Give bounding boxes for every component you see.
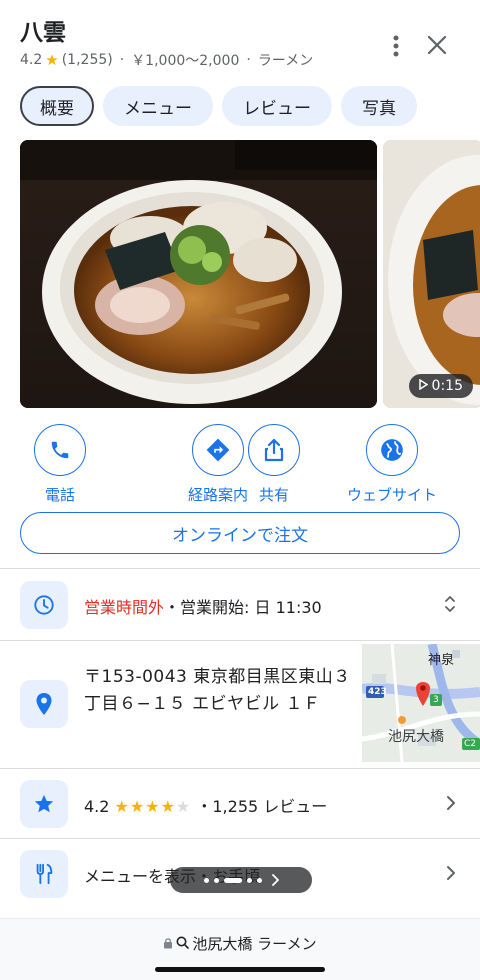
scroll-dot [203,877,209,883]
separator-dot: · [119,52,125,68]
rating-dot: ・ [196,797,213,816]
address-bar[interactable]: 池尻大橋 ラーメン [0,933,480,954]
phone-icon[interactable] [34,424,86,476]
map-thumbnail[interactable]: 神泉 423 3 池尻大橋 C2 [362,644,480,762]
more-options-icon[interactable] [382,32,410,60]
rating-summary: 4.2 ★★★★★ ・1,255 レビュー [84,793,327,817]
browser-bar: 池尻大橋 ラーメン [0,918,480,980]
tab-reviews[interactable]: レビュー [222,86,332,126]
directions-label: 経路案内 [187,486,248,504]
rating-value: 4.2 [84,797,110,816]
rating-value: 4.2 [20,52,43,68]
clock-icon [20,581,68,629]
chevron-right-icon [271,874,279,886]
directions-icon[interactable] [192,424,244,476]
review-count[interactable]: (1,255) [62,52,113,68]
divider [0,838,480,839]
ramen-photo[interactable] [20,140,377,408]
map-route-badge: 423 [368,687,387,697]
video-duration-badge: 0:15 [408,374,473,398]
tab-bar: 概要 メニュー レビュー 写真 [20,86,417,126]
scroll-dot-active [223,877,242,883]
expand-icon[interactable] [444,594,456,618]
hours-separator: ・ [164,598,181,617]
price-range: ￥1,000〜2,000 [131,53,240,69]
directions-action[interactable]: 経路案内 [100,424,336,505]
divider [0,768,480,769]
chevron-right-icon[interactable] [446,865,456,885]
location-pin-icon [20,680,68,728]
tab-overview[interactable]: 概要 [20,86,94,126]
rating-stars: ★★★★★ [114,797,192,816]
divider [0,568,480,569]
separator-dot: · [246,52,251,68]
rating-row[interactable]: 4.2 ★★★★★ ・1,255 レビュー [0,780,480,828]
hours-text: 営業時間外・営業開始: 日 11:30 [84,594,322,618]
review-total: 1,255 レビュー [212,797,328,816]
map-route2-badge: C2 [464,739,477,749]
home-indicator[interactable] [155,967,325,972]
hours-row[interactable]: 営業時間外・営業開始: 日 11:30 [0,580,480,630]
scroll-dot [246,877,252,883]
call-label: 電話 [44,486,75,504]
call-action[interactable]: 電話 [20,424,100,505]
hours-next-open: 営業開始: 日 11:30 [180,598,322,617]
category[interactable]: ラーメン [258,50,313,70]
order-online-button[interactable]: オンラインで注文 [20,512,460,554]
action-buttons: 電話 経路案内 共有 ウェブサイト [20,424,480,505]
scroll-dot [213,877,219,883]
restaurant-icon [20,850,68,898]
star-icon: ★ [45,51,59,69]
video-thumbnail[interactable]: 0:15 [383,140,480,408]
photo-carousel[interactable]: 0:15 [20,140,480,408]
lock-icon [163,935,173,953]
play-icon [418,378,428,394]
divider [0,640,480,641]
video-duration: 0:15 [431,378,463,394]
hours-status: 営業時間外 [84,598,165,617]
share-icon[interactable] [248,424,300,476]
star-icon [20,780,68,828]
search-icon [176,935,190,953]
url-text: 池尻大橋 ラーメン [192,935,317,953]
scroll-indicator[interactable] [170,867,312,893]
tab-menu[interactable]: メニュー [103,86,213,126]
share-label: 共有 [259,486,290,504]
website-label: ウェブサイト [347,486,438,504]
globe-icon[interactable] [366,424,418,476]
map-label-station: 池尻大橋 [388,729,444,745]
chevron-right-icon[interactable] [446,795,456,815]
map-number-badge: 3 [433,695,439,705]
address-text[interactable]: 〒153-0043 東京都目黒区東山３丁目６−１５ エビヤビル １Ｆ [84,664,354,718]
map-label-district: 神泉 [428,653,455,668]
tab-photos[interactable]: 写真 [341,86,417,126]
scroll-dot [256,877,262,883]
close-icon[interactable] [422,30,452,60]
